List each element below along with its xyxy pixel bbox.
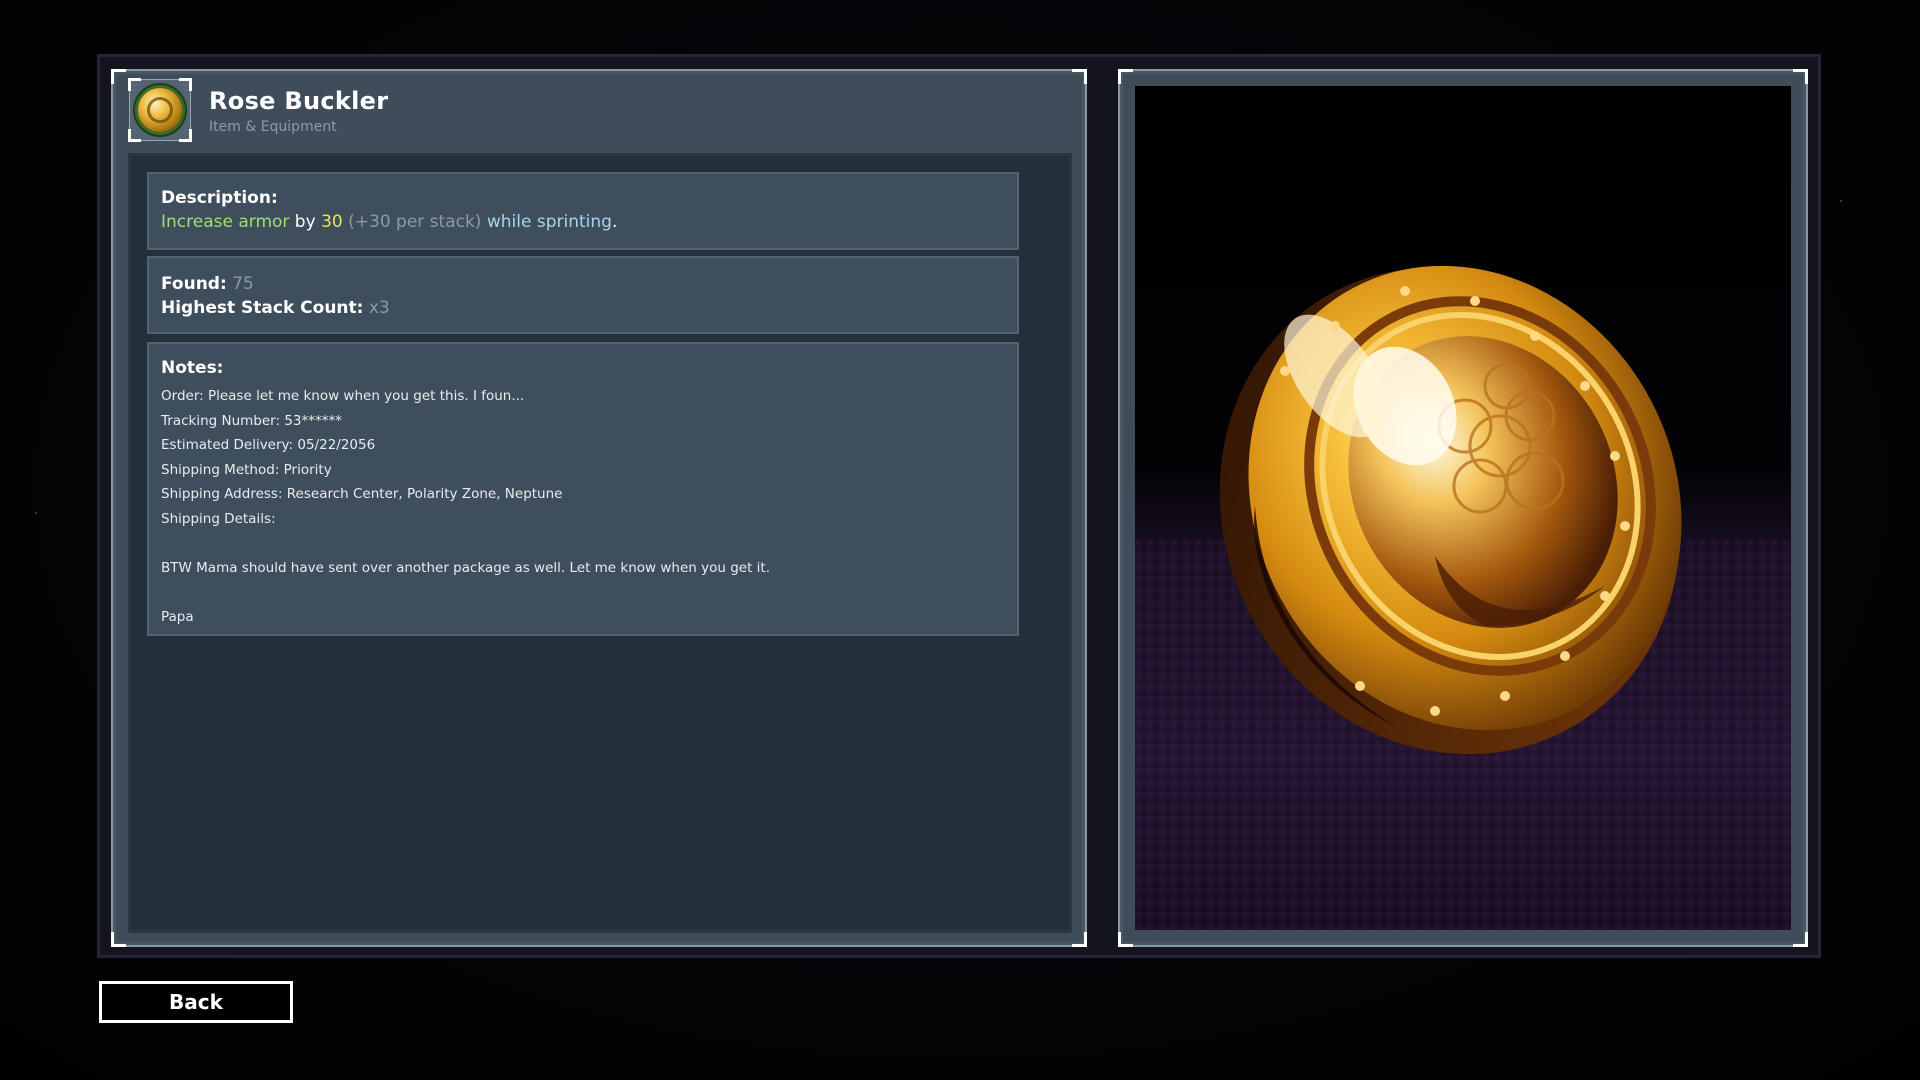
corner-bracket	[128, 129, 141, 142]
description-amount: 30	[321, 212, 343, 232]
description-period: .	[611, 212, 618, 232]
found-label: Found:	[161, 274, 227, 294]
notes-line: Shipping Address: Research Center, Polar…	[161, 486, 563, 502]
notes-text: Order: Please let me know when you get t…	[161, 384, 1005, 629]
description-effect: Increase armor	[161, 212, 290, 232]
description-text: Increase armor by 30 (+30 per stack) whi…	[161, 208, 1005, 237]
notes-line	[161, 580, 1005, 605]
notes-line	[161, 531, 1005, 556]
item-icon-frame	[128, 78, 192, 142]
found-value: 75	[232, 274, 254, 294]
description-stack: (+30 per stack)	[342, 212, 482, 232]
stats-box: Found: 75 Highest Stack Count: x3	[147, 256, 1019, 334]
corner-bracket	[1118, 69, 1133, 84]
corner-bracket	[1072, 932, 1087, 947]
notes-line: Papa	[161, 608, 194, 625]
shield-icon	[138, 88, 182, 132]
description-connector: by	[289, 212, 322, 232]
corner-bracket	[1793, 932, 1808, 947]
description-condition: while sprinting	[481, 212, 612, 232]
item-category: Item & Equipment	[209, 119, 337, 135]
corner-bracket	[179, 129, 192, 142]
corner-bracket	[1118, 932, 1133, 947]
corner-bracket	[179, 78, 192, 91]
notes-line: Tracking Number: 53******	[161, 412, 343, 429]
corner-bracket	[1793, 69, 1808, 84]
stack-value: x3	[368, 298, 390, 318]
notes-line: BTW Mama should have sent over another p…	[161, 559, 771, 576]
description-box: Description: Increase armor by 30 (+30 p…	[147, 172, 1019, 250]
notes-label: Notes:	[161, 358, 224, 378]
description-label: Description:	[161, 188, 278, 208]
corner-bracket	[111, 69, 126, 84]
buckler-model-image	[1219, 265, 1682, 755]
notes-line: Order: Please let me know when you get t…	[161, 388, 525, 404]
back-button[interactable]: Back	[99, 981, 293, 1023]
item-details-panel: Rose Buckler Item & Equipment Descriptio…	[111, 69, 1087, 947]
item-preview-panel	[1118, 69, 1808, 947]
notes-box: Notes: Order: Please let me know when yo…	[147, 342, 1019, 636]
stack-row: Highest Stack Count: x3	[161, 296, 1005, 320]
notes-line: Shipping Method: Priority	[161, 461, 332, 478]
corner-bracket	[1072, 69, 1087, 84]
item-model-viewport[interactable]	[1135, 86, 1791, 930]
notes-line: Estimated Delivery: 05/22/2056	[161, 437, 376, 453]
corner-bracket	[128, 78, 141, 91]
item-title: Rose Buckler	[209, 87, 389, 115]
found-row: Found: 75	[161, 272, 1005, 296]
corner-bracket	[111, 932, 126, 947]
stack-label: Highest Stack Count:	[161, 298, 364, 318]
notes-line: Shipping Details:	[161, 510, 276, 527]
